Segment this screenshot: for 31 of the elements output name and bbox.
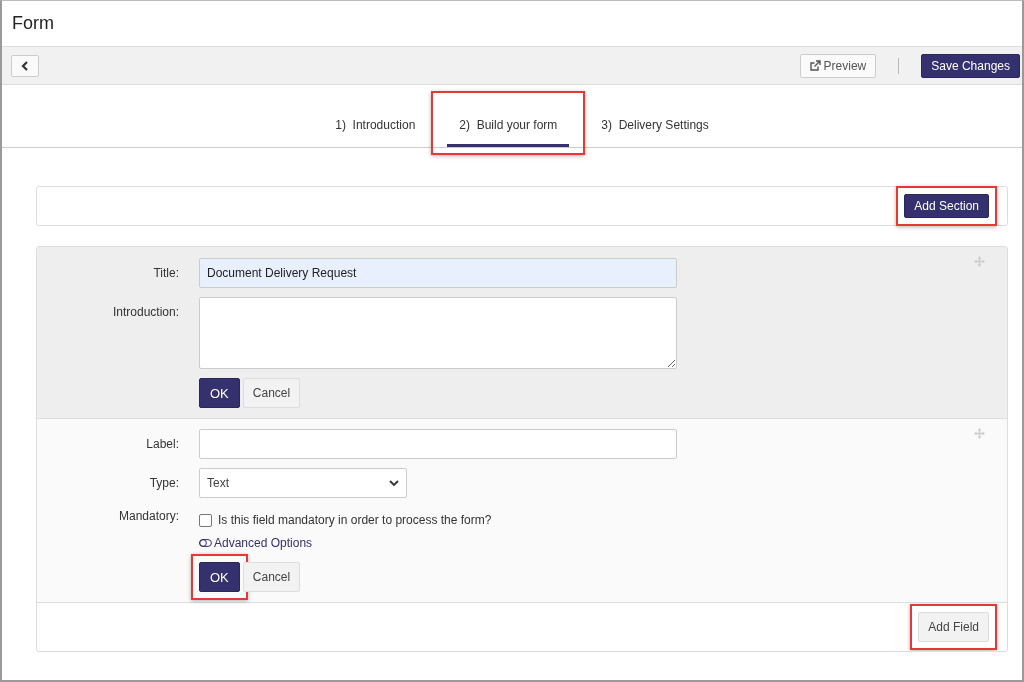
toggle-icon [199,539,212,547]
field-label: Title: [152,265,179,280]
save-changes-button[interactable]: Save Changes [921,53,1020,78]
advanced-options-link[interactable]: Advanced Options [199,536,677,550]
tab[interactable]: 1) Introduction [323,105,428,147]
field-label: Introduction: [111,304,179,319]
add-section-button[interactable]: Add Section [904,194,989,218]
field-label: Type: [148,475,179,490]
type-select[interactable]: Text [199,468,407,498]
ok-button[interactable]: OK [199,562,240,592]
tab[interactable]: 2) Build your form [447,105,570,147]
add-field-button[interactable]: Add Field [918,612,989,642]
page-title: Form [12,13,54,34]
title-input[interactable]: Document Delivery Request [199,258,677,288]
field-label: Mandatory: [117,508,179,523]
checkbox-label: Is this field mandatory in order to process the form? [218,513,492,527]
introduction-textarea[interactable] [199,297,677,369]
mandatory-checkbox[interactable] [199,513,212,527]
move-icon[interactable] [974,256,985,267]
back-button[interactable] [11,54,39,77]
field-label: Label: [145,436,179,451]
cancel-button[interactable]: Cancel [242,378,301,408]
chevron-down-icon [389,479,399,487]
external-link-icon [809,60,821,71]
chevron-left-icon [21,60,29,71]
ok-button[interactable]: OK [199,378,240,408]
preview-button[interactable]: Preview [799,53,877,78]
move-icon[interactable] [974,428,985,439]
label-input[interactable] [199,429,677,459]
tab[interactable]: 3) Delivery Settings [589,105,721,147]
cancel-button[interactable]: Cancel [242,562,301,592]
